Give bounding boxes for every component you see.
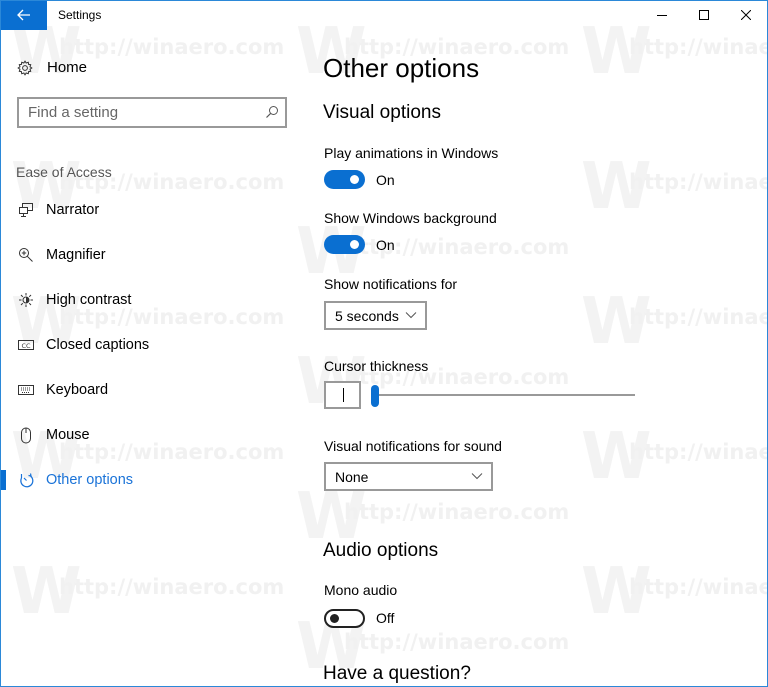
chevron-down-icon: [405, 312, 417, 319]
sidebar-item-label: High contrast: [46, 292, 132, 308]
toggle-knob: [350, 240, 359, 249]
visual-sound-label: Visual notifications for sound: [324, 438, 502, 454]
gear-icon: [17, 59, 33, 76]
mouse-icon: [17, 426, 35, 444]
sidebar-item-label: Magnifier: [46, 247, 106, 263]
mono-audio-toggle[interactable]: [324, 609, 365, 628]
toggle-knob: [350, 175, 359, 184]
sidebar-item-label: Mouse: [46, 427, 90, 443]
toggle-knob: [330, 614, 339, 623]
closed-captions-icon: CC: [17, 336, 35, 354]
search-input[interactable]: [19, 99, 249, 126]
cursor-preview: [324, 381, 361, 409]
sidebar-item-mouse[interactable]: Mouse: [1, 415, 301, 455]
minimize-icon: [657, 15, 667, 16]
slider-track: [371, 394, 635, 396]
audio-options-heading: Audio options: [323, 540, 439, 561]
main-content: Other options Visual options Play animat…: [323, 31, 763, 686]
play-animations-state: On: [376, 172, 395, 188]
sidebar-item-closed-captions[interactable]: CC Closed captions: [1, 325, 301, 365]
back-button[interactable]: [1, 0, 47, 30]
sidebar-item-label: Keyboard: [46, 382, 109, 398]
settings-window: Whttp://winaero.com Whttp://winaero.com Wh…: [0, 0, 768, 687]
visual-sound-dropdown[interactable]: None: [324, 462, 493, 491]
search-icon[interactable]: [265, 105, 279, 119]
sidebar-item-high-contrast[interactable]: High contrast: [1, 280, 301, 320]
search-box[interactable]: [17, 97, 287, 128]
sidebar-item-narrator[interactable]: Narrator: [1, 190, 301, 230]
page-title: Other options: [323, 53, 480, 83]
magnifier-icon: [17, 246, 35, 264]
back-arrow-icon: [17, 9, 30, 21]
play-animations-toggle[interactable]: [324, 170, 365, 189]
other-options-icon: [17, 471, 35, 489]
notifications-value: 5 seconds: [335, 308, 399, 324]
have-a-question-heading: Have a question?: [323, 663, 471, 684]
show-background-toggle[interactable]: [324, 235, 365, 254]
sidebar-item-keyboard[interactable]: Keyboard: [1, 370, 301, 410]
show-background-state: On: [376, 237, 395, 253]
notifications-dropdown[interactable]: 5 seconds: [324, 301, 427, 330]
visual-sound-value: None: [335, 469, 369, 485]
sidebar: Home Ease of Access Narrator Magnifier H…: [1, 31, 301, 686]
play-animations-label: Play animations in Windows: [324, 145, 499, 161]
narrator-icon: [17, 201, 35, 219]
maximize-button[interactable]: [681, 0, 727, 30]
mono-audio-label: Mono audio: [324, 582, 398, 598]
sidebar-item-label: Closed captions: [46, 337, 150, 353]
show-background-label: Show Windows background: [324, 210, 497, 226]
cursor-thickness-slider[interactable]: [371, 383, 635, 407]
visual-options-heading: Visual options: [323, 102, 441, 123]
sidebar-item-magnifier[interactable]: Magnifier: [1, 235, 301, 275]
high-contrast-icon: [17, 291, 35, 309]
window-title: Settings: [58, 8, 102, 22]
sidebar-item-label: Other options: [46, 472, 134, 488]
cursor-thickness-label: Cursor thickness: [324, 358, 429, 374]
title-bar: Settings: [1, 0, 767, 31]
close-icon: [741, 10, 751, 20]
sidebar-item-label: Narrator: [46, 202, 100, 218]
chevron-down-icon: [471, 473, 483, 480]
sidebar-item-other-options[interactable]: Other options: [1, 460, 301, 500]
slider-thumb[interactable]: [371, 385, 379, 407]
section-label: Ease of Access: [16, 164, 112, 180]
maximize-icon: [699, 10, 709, 20]
cursor-preview-bar: [343, 388, 344, 402]
close-button[interactable]: [723, 0, 767, 30]
home-label: Home: [47, 59, 88, 76]
svg-text:CC: CC: [21, 342, 31, 350]
notifications-label: Show notifications for: [324, 276, 458, 292]
keyboard-icon: [17, 381, 35, 399]
mono-audio-state: Off: [376, 610, 395, 626]
sidebar-home[interactable]: Home: [17, 59, 87, 76]
minimize-button[interactable]: [639, 0, 685, 30]
